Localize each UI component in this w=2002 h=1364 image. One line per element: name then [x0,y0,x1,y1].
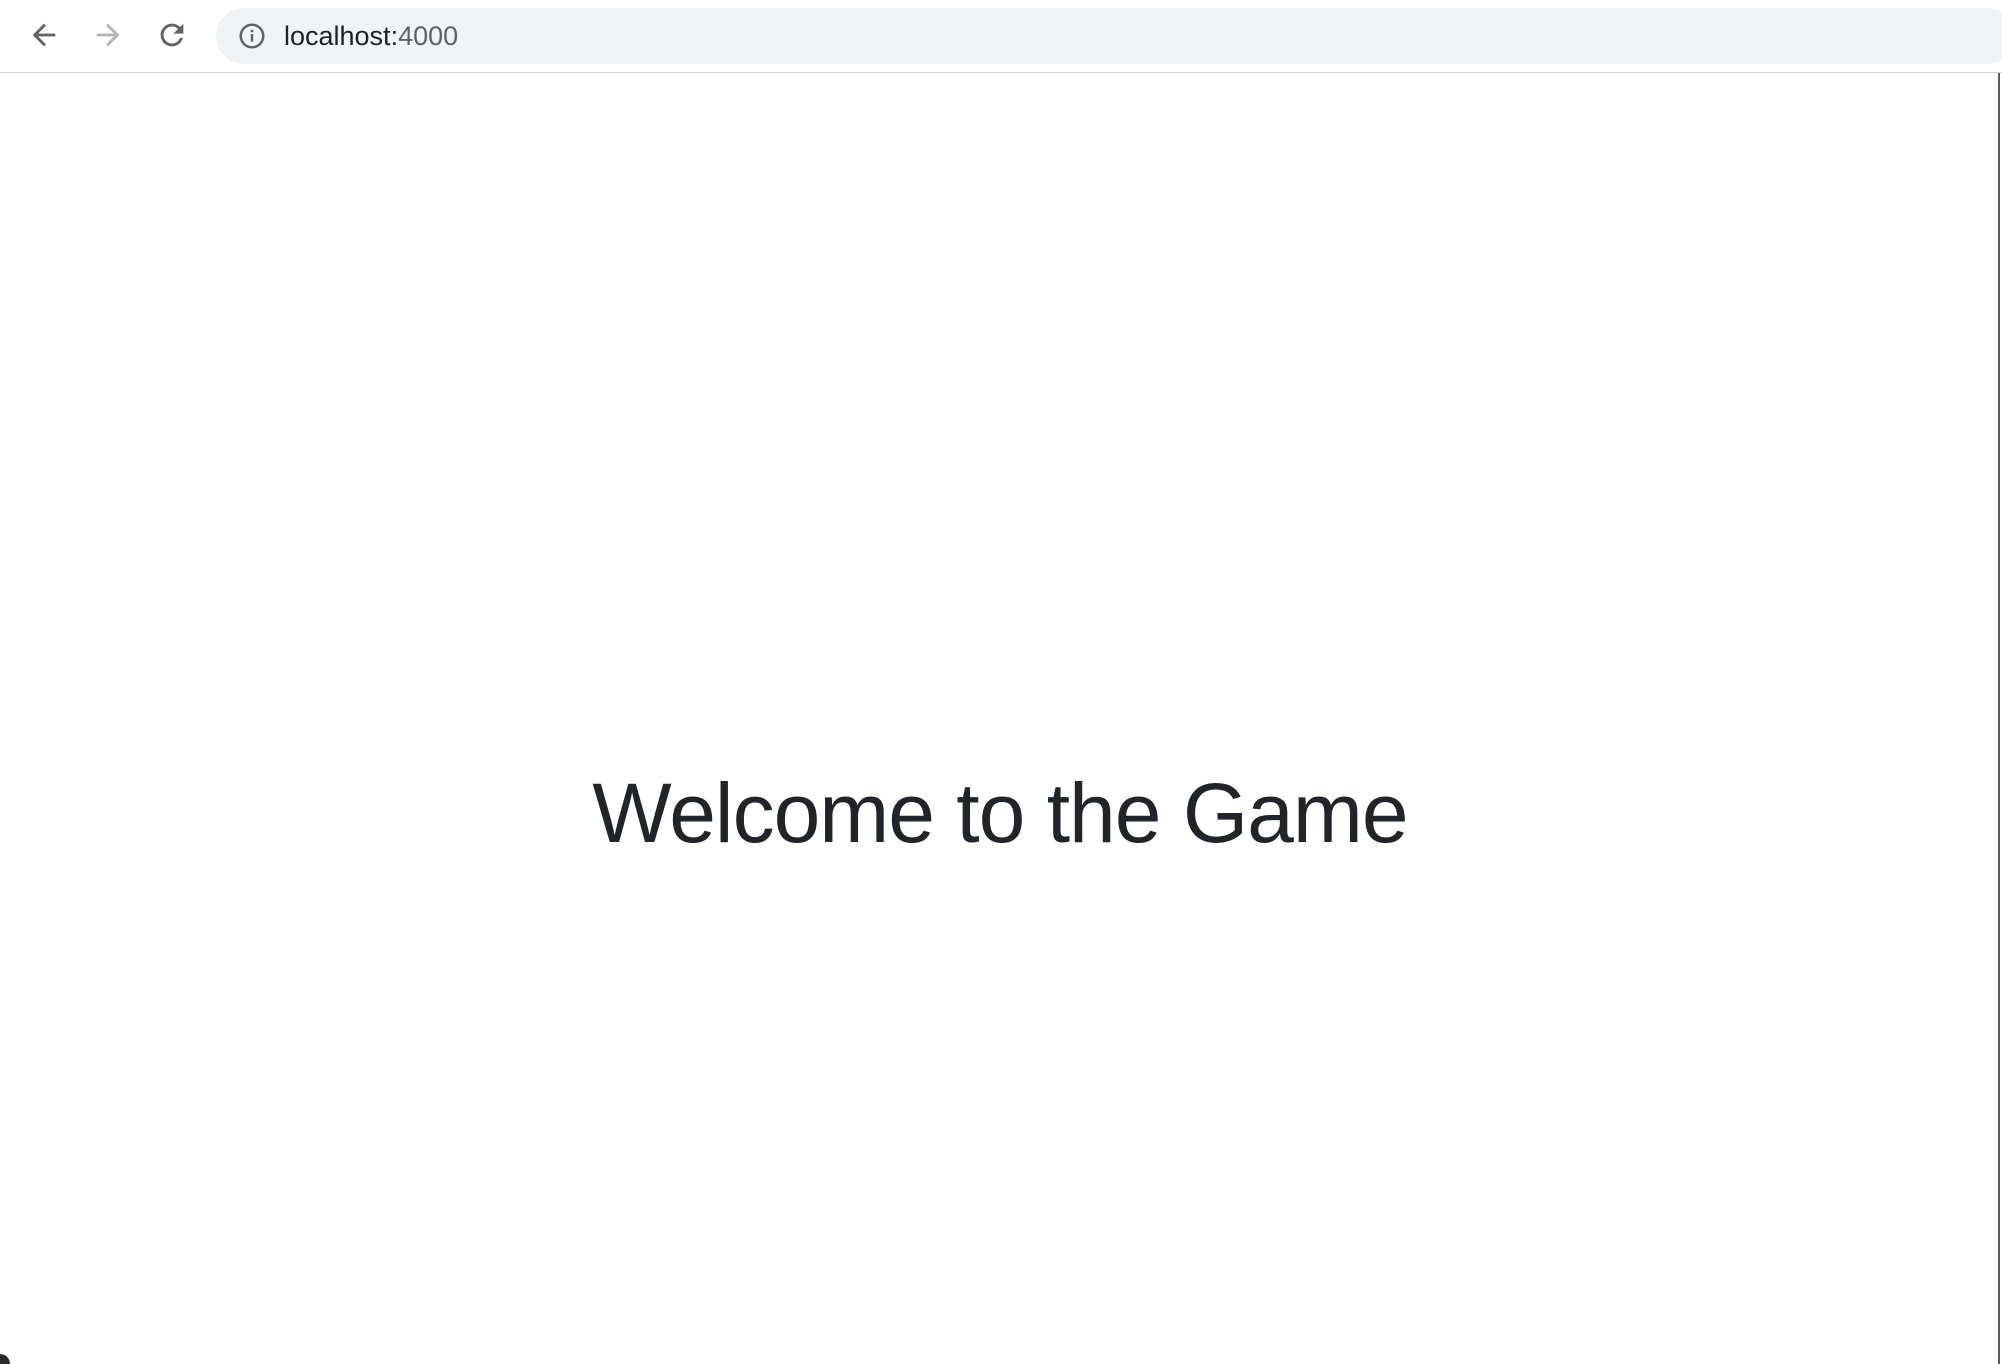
reload-button[interactable] [150,12,194,58]
reload-icon [160,23,184,47]
page-title: Welcome to the Game [592,766,1408,860]
site-info-button[interactable] [236,20,268,52]
arrow-right-icon [96,23,120,47]
url-text[interactable]: localhost:4000 [284,8,458,64]
arrow-left-icon [32,23,56,47]
url-host: localhost: [284,21,399,51]
info-icon [239,23,265,49]
url-port: 4000 [398,21,459,51]
page-content: Welcome to the Game [0,73,2000,1364]
forward-button[interactable] [86,12,130,58]
address-bar[interactable]: localhost:4000 [216,8,2002,64]
back-button[interactable] [22,12,66,58]
browser-toolbar: localhost:4000 [0,0,2002,73]
